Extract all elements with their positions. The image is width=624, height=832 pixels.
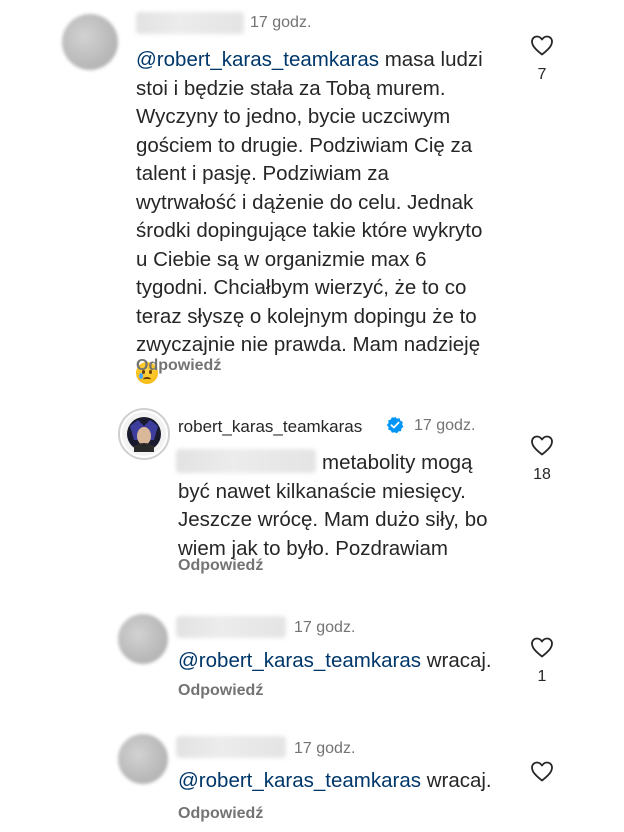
comment-line: teraz słyszę o kolejnym dopingu że to bbox=[136, 304, 477, 328]
like-count: 18 bbox=[533, 466, 551, 483]
timestamp: 17 godz. bbox=[294, 740, 356, 757]
comment-line: metabolity mogą bbox=[322, 451, 473, 474]
heart-icon[interactable] bbox=[530, 34, 554, 56]
reply-button[interactable]: Odpowiedź bbox=[178, 557, 263, 575]
username-blurred[interactable] bbox=[176, 616, 286, 638]
like-count: 1 bbox=[537, 668, 547, 685]
comment-line: stoi i będzie stała za Tobą murem. bbox=[136, 76, 446, 100]
profile-picture bbox=[122, 412, 166, 456]
timestamp: 17 godz. bbox=[294, 619, 356, 636]
comment-line: być nawet kilkanaście miesięcy. bbox=[178, 479, 466, 503]
comment-line: gościem to drugie. Podziwiam Cię za bbox=[136, 133, 473, 157]
comment-text: @robert_karas_teamkaras wracaj. bbox=[178, 767, 538, 796]
comment-line: masa ludzi bbox=[379, 48, 483, 71]
comment-line: Wyczyny to jedno, bycie uczciwym bbox=[136, 105, 451, 128]
comment-text: @robert_karas_teamkaras wracaj. bbox=[178, 647, 538, 676]
reply-button[interactable]: Odpowiedź bbox=[178, 682, 263, 700]
comment-line: tygodni. Chciałbym wierzyć, że to co bbox=[136, 276, 467, 299]
verified-badge-icon bbox=[386, 416, 404, 434]
avatar[interactable] bbox=[118, 408, 170, 460]
username-blurred[interactable] bbox=[176, 736, 286, 758]
comment-line: wracaj. bbox=[421, 649, 492, 672]
timestamp: 17 godz. bbox=[250, 14, 312, 31]
heart-icon[interactable] bbox=[530, 636, 554, 658]
avatar[interactable] bbox=[118, 614, 168, 664]
comment-line: talent i pasję. Podziwiam za bbox=[136, 162, 389, 185]
comment-text: metabolity mogą być nawet kilkanaście mi… bbox=[178, 449, 518, 563]
avatar[interactable] bbox=[118, 734, 168, 784]
username[interactable]: robert_karas_teamkaras bbox=[178, 417, 362, 437]
mention-link[interactable]: @robert_karas_teamkaras bbox=[178, 649, 421, 672]
reply-button[interactable]: Odpowiedź bbox=[136, 357, 221, 375]
comment-line: wracaj. bbox=[421, 769, 492, 792]
comment-line: u Ciebie są w organizmie max 6 bbox=[136, 247, 427, 271]
comment-line: środki dopingujące takie które wykryto bbox=[136, 219, 483, 242]
comment-line: Jeszcze wrócę. Mam dużo siły, bo bbox=[178, 508, 488, 531]
username-blurred[interactable] bbox=[136, 12, 244, 34]
mention-link[interactable]: @robert_karas_teamkaras bbox=[178, 769, 421, 792]
reply-button[interactable]: Odpowiedź bbox=[178, 805, 263, 823]
avatar[interactable] bbox=[62, 14, 118, 70]
heart-icon[interactable] bbox=[530, 434, 554, 456]
like-count: 7 bbox=[537, 66, 547, 83]
comment-line: wytrwałość i dążenie do celu. Jednak bbox=[136, 190, 474, 214]
comment-text: @robert_karas_teamkaras masa ludzi stoi … bbox=[136, 46, 516, 388]
comment-line: zwyczajnie nie prawda. Mam nadzieję bbox=[136, 333, 481, 356]
mention-link[interactable]: @robert_karas_teamkaras bbox=[136, 48, 379, 71]
heart-icon[interactable] bbox=[530, 760, 554, 782]
timestamp: 17 godz. bbox=[414, 417, 476, 434]
